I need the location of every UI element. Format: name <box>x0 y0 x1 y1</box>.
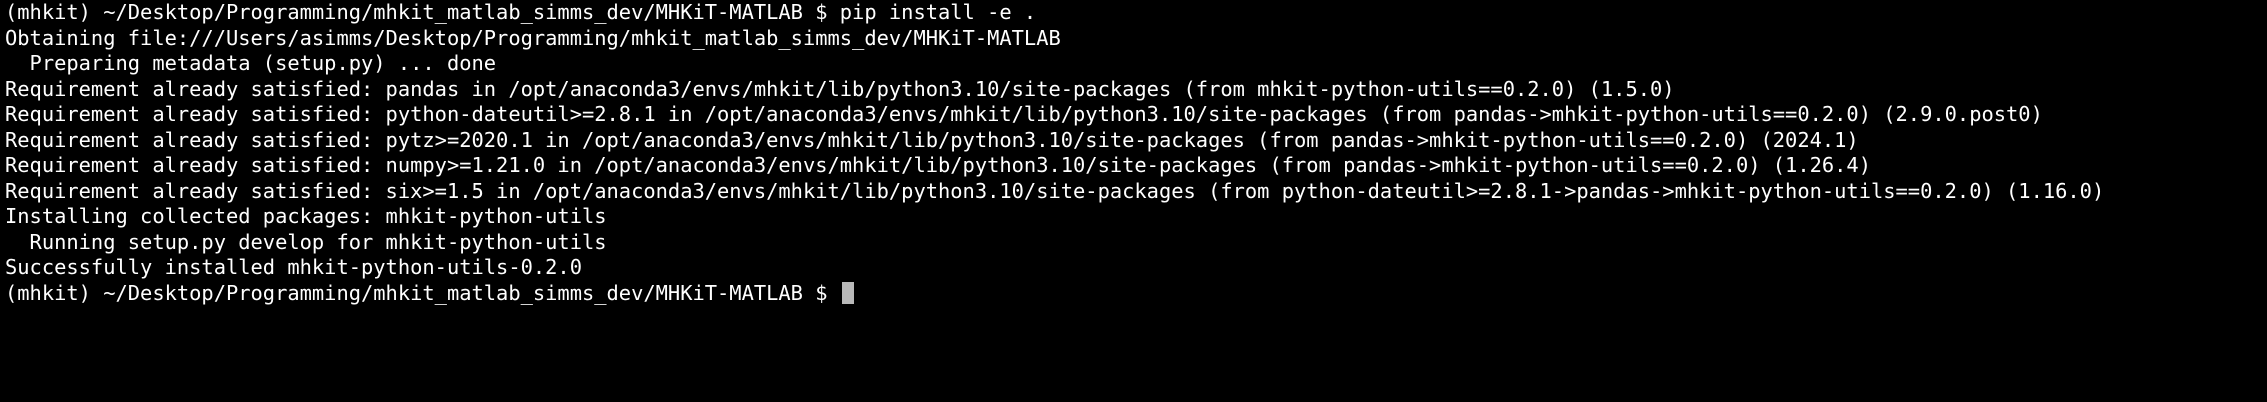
terminal-output-line: Requirement already satisfied: python-da… <box>5 102 2043 126</box>
terminal-output-line: Preparing metadata (setup.py) ... done <box>5 51 497 75</box>
terminal-output-line: Requirement already satisfied: pandas in… <box>5 76 1675 101</box>
shell-prompt: (mhkit) ~/Desktop/Programming/mhkit_matl… <box>5 280 840 305</box>
terminal-output-line: Running setup.py develop for mhkit-pytho… <box>5 229 607 254</box>
terminal-prompt-line[interactable]: (mhkit) ~/Desktop/Programming/mhkit_matl… <box>5 281 2267 307</box>
terminal-output-line: Successfully installed mhkit-python-util… <box>5 255 582 279</box>
terminal-output-line: Installing collected packages: mhkit-pyt… <box>5 204 607 228</box>
terminal-output-line: Obtaining file:///Users/asimms/Desktop/P… <box>5 25 1061 50</box>
terminal-window[interactable]: (mhkit) ~/Desktop/Programming/mhkit_matl… <box>0 0 2267 402</box>
terminal-output-line: (mhkit) ~/Desktop/Programming/mhkit_matl… <box>5 0 1037 24</box>
text-cursor <box>841 281 854 304</box>
terminal-output-line: Requirement already satisfied: numpy>=1.… <box>5 153 1871 177</box>
terminal-output-line: Requirement already satisfied: six>=1.5 … <box>5 178 2105 203</box>
terminal-output-line: Requirement already satisfied: pytz>=202… <box>5 127 1859 152</box>
